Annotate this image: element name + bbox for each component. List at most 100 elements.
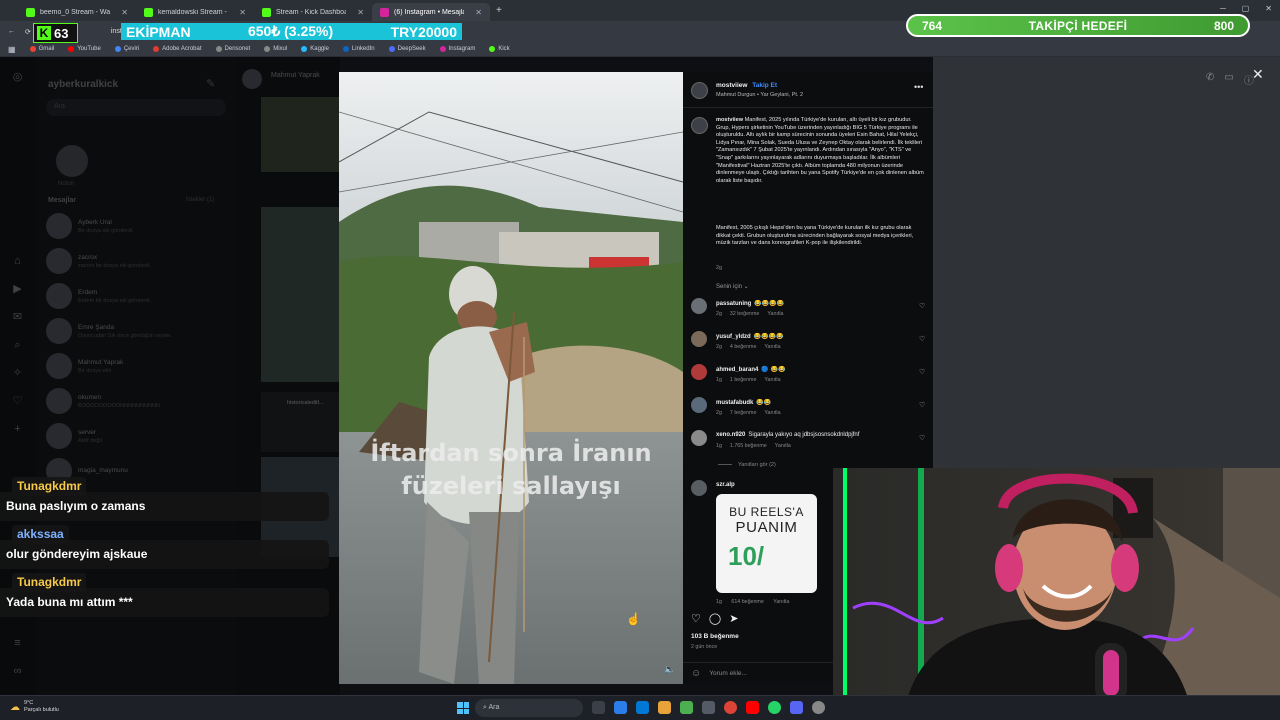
follow-button[interactable]: Takip Et xyxy=(752,82,777,89)
reply-button[interactable]: Yanıtla xyxy=(773,599,789,605)
bookmark-icon xyxy=(301,46,308,52)
reply-button[interactable]: Yanıtla xyxy=(775,443,791,449)
caption-line-2: füzeleri sallayışı xyxy=(401,472,621,500)
commenter-name[interactable]: szr.alp xyxy=(716,482,738,488)
obs-icon[interactable] xyxy=(812,701,825,714)
audio-credit[interactable]: Mahmut Durgun • Yar Geylani, Pt. 2 xyxy=(716,92,803,98)
reply-button[interactable]: Yanıtla xyxy=(764,377,780,383)
maximize-icon[interactable]: ▢ xyxy=(1242,4,1250,13)
weather-widget[interactable]: ☁ 9°C Parçalı bulutlu xyxy=(10,700,59,714)
browser-tab[interactable]: beemo_0 Stream - Watch Live ✕ xyxy=(18,3,136,21)
description-avatar[interactable] xyxy=(691,117,708,134)
close-window-icon[interactable]: ✕ xyxy=(1265,4,1272,13)
comment-like-icon[interactable]: ♡ xyxy=(919,401,925,409)
like-icon[interactable]: ♡ xyxy=(691,612,701,625)
whatsapp-icon[interactable] xyxy=(768,701,781,714)
reply-button[interactable]: Yanıtla xyxy=(764,410,780,416)
copilot-icon[interactable] xyxy=(614,701,627,714)
comment: passatuning 😂😂😂😂 2g 32 beğenme Yanıtla ♡ xyxy=(691,298,931,328)
chrome-icon[interactable] xyxy=(724,701,737,714)
comment-likes[interactable]: 7 beğenme xyxy=(730,410,757,416)
commenter-avatar[interactable] xyxy=(691,364,707,380)
comment-like-icon[interactable]: ♡ xyxy=(919,335,925,343)
tab-close-icon[interactable]: ✕ xyxy=(475,8,482,17)
comment-likes[interactable]: 4 beğenme xyxy=(730,344,757,350)
share-icon[interactable]: ➤ xyxy=(729,612,738,625)
taskbar-search[interactable]: ⌕ Ara xyxy=(475,699,583,717)
commenter-name[interactable]: mustafabudk xyxy=(716,400,753,406)
likes-count[interactable]: 103 B beğenme xyxy=(691,633,739,640)
discord-icon[interactable] xyxy=(790,701,803,714)
back-icon[interactable]: ← xyxy=(8,28,15,35)
comment-likes[interactable]: 1.765 beğenme xyxy=(730,443,767,449)
bookmark[interactable]: YouTube xyxy=(68,46,101,52)
browser-tab[interactable]: kemaldowski Stream - Watch L ✕ xyxy=(136,3,254,21)
app-icon[interactable] xyxy=(680,701,693,714)
comment-text: 😂😂😂😂 xyxy=(753,334,784,340)
commenter-name[interactable]: passatuning xyxy=(716,301,751,307)
reply-button[interactable]: Yanıtla xyxy=(767,311,783,317)
bookmark[interactable]: Çeviri xyxy=(114,46,139,52)
tab-label: beemo_0 Stream - Watch Live xyxy=(40,8,111,16)
author-avatar[interactable] xyxy=(691,82,708,99)
bookmark[interactable]: Adobe Acrobat xyxy=(153,46,202,52)
taskbar-search-placeholder: Ara xyxy=(488,704,500,711)
app-icon-2[interactable] xyxy=(702,701,715,714)
volume-icon[interactable]: 🔈 xyxy=(664,664,675,675)
browser-tab[interactable]: Stream - Kick Dashboard ✕ xyxy=(254,3,372,21)
author-name[interactable]: mostviiew xyxy=(716,82,747,89)
commenter-name[interactable]: xeno.n920 xyxy=(716,432,745,438)
comment-likes[interactable]: 1 beğenme xyxy=(730,377,757,383)
commenter-avatar[interactable] xyxy=(691,397,707,413)
browser-tab[interactable]: (6) Instagram • Mesajlar ✕ xyxy=(372,3,490,21)
tab-favicon-icon xyxy=(262,7,271,17)
apps-icon[interactable]: ▦ xyxy=(8,45,16,54)
start-button[interactable] xyxy=(457,702,469,714)
commenter-avatar[interactable] xyxy=(691,331,707,347)
file-explorer-icon[interactable] xyxy=(658,701,671,714)
phone-icon[interactable]: ✆ xyxy=(1206,72,1214,87)
close-icon[interactable]: ✕ xyxy=(1252,66,1264,83)
bookmark[interactable]: Densonet xyxy=(215,46,250,52)
commenter-avatar[interactable] xyxy=(691,430,707,446)
bookmark[interactable]: Instagram xyxy=(439,46,475,52)
comment-age: 1g xyxy=(716,377,722,383)
video-call-icon[interactable]: ▭ xyxy=(1224,72,1233,87)
minimize-icon[interactable]: ─ xyxy=(1220,4,1226,13)
comment-like-icon[interactable]: ♡ xyxy=(919,302,925,310)
comment-meta: 2g 4 beğenme Yanıtla xyxy=(716,344,789,350)
more-options-icon[interactable]: ••• xyxy=(914,82,923,92)
comment-likes[interactable]: 614 beğenme xyxy=(731,599,763,605)
tab-close-icon[interactable]: ✕ xyxy=(357,8,364,17)
task-view-icon[interactable] xyxy=(592,701,605,714)
commenter-avatar[interactable] xyxy=(691,298,707,314)
new-tab-icon[interactable]: + xyxy=(496,5,502,16)
bookmark[interactable]: Mixul xyxy=(264,46,287,52)
reel-video[interactable]: İftardan sonra İranın füzeleri sallayışı xyxy=(339,72,683,684)
commenter-name[interactable]: ahmed_baran4 xyxy=(716,367,758,373)
tab-close-icon[interactable]: ✕ xyxy=(239,8,246,17)
comment-like-icon[interactable]: ♡ xyxy=(919,434,925,442)
emoji-icon[interactable]: ☺ xyxy=(691,668,701,679)
comment-icon[interactable]: ◯ xyxy=(709,612,721,625)
bookmark[interactable]: Gmail xyxy=(29,46,54,52)
commenter-name[interactable]: yusuf_yldzd xyxy=(716,334,751,340)
youtube-icon[interactable] xyxy=(746,701,759,714)
gif-sticker[interactable]: BU REELS'A PUANIM 10/ xyxy=(716,494,817,593)
bookmark[interactable]: Kick xyxy=(489,46,510,52)
tab-favicon-icon xyxy=(26,7,35,17)
description-author[interactable]: mostviiew xyxy=(716,117,743,123)
bookmark[interactable]: LinkedIn xyxy=(342,46,375,52)
commenter-avatar[interactable] xyxy=(691,480,707,496)
sort-comments[interactable]: Senin için ⌄ xyxy=(716,283,749,290)
comment-like-icon[interactable]: ♡ xyxy=(919,368,925,376)
reply-button[interactable]: Yanıtla xyxy=(764,344,780,350)
bookmark[interactable]: DeepSeek xyxy=(388,46,426,52)
reel-caption-overlay: İftardan sonra İranın füzeleri sallayışı xyxy=(339,437,683,503)
view-replies-link[interactable]: Yanıtları gör (2) xyxy=(718,462,776,468)
tab-close-icon[interactable]: ✕ xyxy=(121,8,128,17)
comment-likes[interactable]: 32 beğenme xyxy=(730,311,759,317)
edge-icon[interactable] xyxy=(636,701,649,714)
refresh-icon[interactable]: ⟳ xyxy=(25,28,31,36)
bookmark[interactable]: Kaggle xyxy=(301,46,329,52)
